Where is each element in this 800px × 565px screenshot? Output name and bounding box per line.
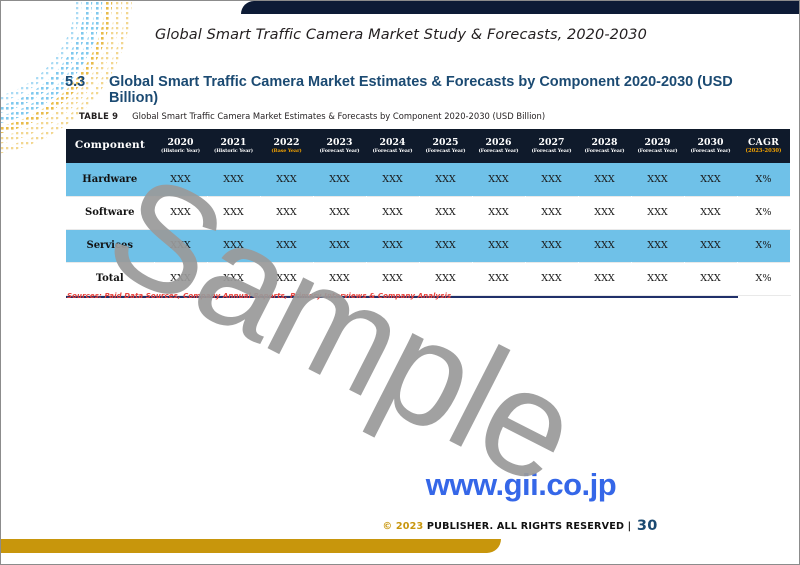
- cell-value: XXX: [329, 240, 350, 251]
- cell-value: XXX: [525, 261, 578, 296]
- cell-value: XXX: [684, 195, 737, 230]
- top-navy-bar: [241, 1, 799, 14]
- cell-value: XXX: [700, 173, 721, 185]
- section-heading: 5.3 Global Smart Traffic Camera Market E…: [65, 74, 765, 106]
- cell-value: XXX: [260, 261, 313, 296]
- table-row: Total XXX XXX XXX XXX XXX XXX XXX XXX XXX XXX XXX X%: [66, 261, 790, 296]
- cell-value: XXX: [170, 240, 191, 251]
- row-label-services: Services: [86, 240, 134, 251]
- cell-value: XXX: [578, 195, 631, 230]
- table-caption: TABLE 9 Global Smart Traffic Camera Mark…: [79, 111, 545, 121]
- table-head: Component 2020 (Historic Year) 2021 (Histori…: [66, 129, 790, 163]
- cell-value: XXX: [631, 195, 684, 230]
- section-number: 5.3: [65, 74, 86, 90]
- footer-copyright-year: © 2023: [382, 521, 424, 532]
- cell-value: XXX: [207, 195, 260, 230]
- col-header-year-2023: 2023 (Forecast Year): [319, 137, 360, 154]
- footer-copyright-line: © 2023 PUBLISHER. ALL RIGHTS RESERVED | …: [1, 518, 799, 534]
- cell-value: XXX: [154, 261, 207, 296]
- cell-value: XXX: [631, 261, 684, 296]
- cell-value: XXX: [223, 240, 244, 251]
- cell-value: XXX: [382, 173, 403, 185]
- row-label-hardware: Hardware: [82, 173, 138, 185]
- cell-value: XXX: [154, 195, 207, 230]
- col-header-year-2025: 2025 (Forecast Year): [425, 137, 466, 154]
- cell-value: XXX: [700, 240, 721, 251]
- col-header-year-2020: 2020 (Historic Year): [161, 137, 200, 154]
- market-table-container: Component 2020 (Historic Year) 2021 (Histori…: [66, 129, 790, 298]
- cell-value: XXX: [578, 261, 631, 296]
- cell-value: XXX: [366, 195, 419, 230]
- col-header-year-2029: 2029 (Forecast Year): [637, 137, 678, 154]
- col-header-year-2028: 2028 (Forecast Year): [584, 137, 625, 154]
- section-title: Global Smart Traffic Camera Market Estim…: [109, 74, 733, 106]
- cell-cagr: X%: [737, 195, 790, 230]
- table-body: Hardware XXX XXX XXX XXX XXX XXX XXX XXX XXX XXX XX…: [66, 163, 790, 296]
- table-caption-text: Global Smart Traffic Camera Market Estim…: [132, 111, 546, 121]
- col-header-component: Component: [74, 139, 146, 152]
- cell-value: XXX: [488, 173, 509, 185]
- table-header-row: Component 2020 (Historic Year) 2021 (Histori…: [66, 129, 790, 163]
- website-url-text[interactable]: www.gii.co.jp: [426, 467, 617, 503]
- cell-value: XXX: [684, 261, 737, 296]
- col-header-year-2024: 2024 (Forecast Year): [372, 137, 413, 154]
- table-caption-label: TABLE 9: [79, 111, 119, 121]
- col-header-year-2022: 2022 (Base Year): [271, 137, 302, 154]
- table-row: Software XXX XXX XXX XXX XXX XXX XXX XXX XXX XXX XX…: [66, 195, 790, 230]
- cell-value: XXX: [382, 240, 403, 251]
- page-number: 30: [636, 518, 658, 534]
- cell-value: XXX: [366, 261, 419, 296]
- cell-value: XXX: [170, 173, 191, 185]
- cell-value: XXX: [260, 195, 313, 230]
- cell-value: XXX: [276, 240, 297, 251]
- document-header-title: Global Smart Traffic Camera Market Study…: [155, 27, 647, 43]
- cell-value: XXX: [313, 261, 366, 296]
- cell-value: XXX: [472, 195, 525, 230]
- cell-value: XXX: [488, 240, 509, 251]
- col-header-year-2026: 2026 (Forecast Year): [478, 137, 519, 154]
- cell-value: XXX: [207, 261, 260, 296]
- cell-cagr: X%: [755, 240, 772, 251]
- row-label-software: Software: [66, 195, 154, 230]
- cell-value: XXX: [647, 240, 668, 251]
- row-label-total: Total: [66, 261, 154, 296]
- cell-value: XXX: [276, 173, 297, 185]
- cell-value: XXX: [329, 173, 350, 185]
- cell-value: XXX: [647, 173, 668, 185]
- report-slide-page: Global Smart Traffic Camera Market Study…: [0, 0, 800, 565]
- col-header-cagr: CAGR (2023-2030): [745, 136, 782, 154]
- cell-value: XXX: [594, 240, 615, 251]
- cell-value: XXX: [435, 240, 456, 251]
- col-header-year-2030: 2030 (Forecast Year): [690, 137, 731, 154]
- cell-value: XXX: [435, 173, 456, 185]
- website-url[interactable]: www.gii.co.jp: [1, 467, 799, 503]
- cell-value: XXX: [541, 240, 562, 251]
- cell-value: XXX: [419, 261, 472, 296]
- market-forecast-table: Component 2020 (Historic Year) 2021 (Histori…: [66, 129, 791, 296]
- bottom-gold-bar: [1, 539, 501, 553]
- cell-value: XXX: [419, 195, 472, 230]
- cell-value: XXX: [313, 195, 366, 230]
- footer-rights-text: PUBLISHER. ALL RIGHTS RESERVED |: [426, 521, 632, 532]
- cell-value: XXX: [541, 173, 562, 185]
- sources-note: Sources: Paid Data Sources, Company Annu…: [67, 292, 452, 300]
- cell-value: XXX: [594, 173, 615, 185]
- col-header-year-2021: 2021 (Historic Year): [214, 137, 253, 154]
- cell-value: XXX: [525, 195, 578, 230]
- table-row: Hardware XXX XXX XXX XXX XXX XXX XXX XXX XXX XXX XX…: [66, 163, 790, 196]
- cell-cagr: X%: [755, 173, 772, 185]
- cell-value: XXX: [472, 261, 525, 296]
- table-row: Services XXX XXX XXX XXX XXX XXX XXX XXX XXX XXX XX…: [66, 229, 790, 262]
- col-header-year-2027: 2027 (Forecast Year): [531, 137, 572, 154]
- cell-cagr: X%: [737, 261, 790, 296]
- cell-value: XXX: [223, 173, 244, 185]
